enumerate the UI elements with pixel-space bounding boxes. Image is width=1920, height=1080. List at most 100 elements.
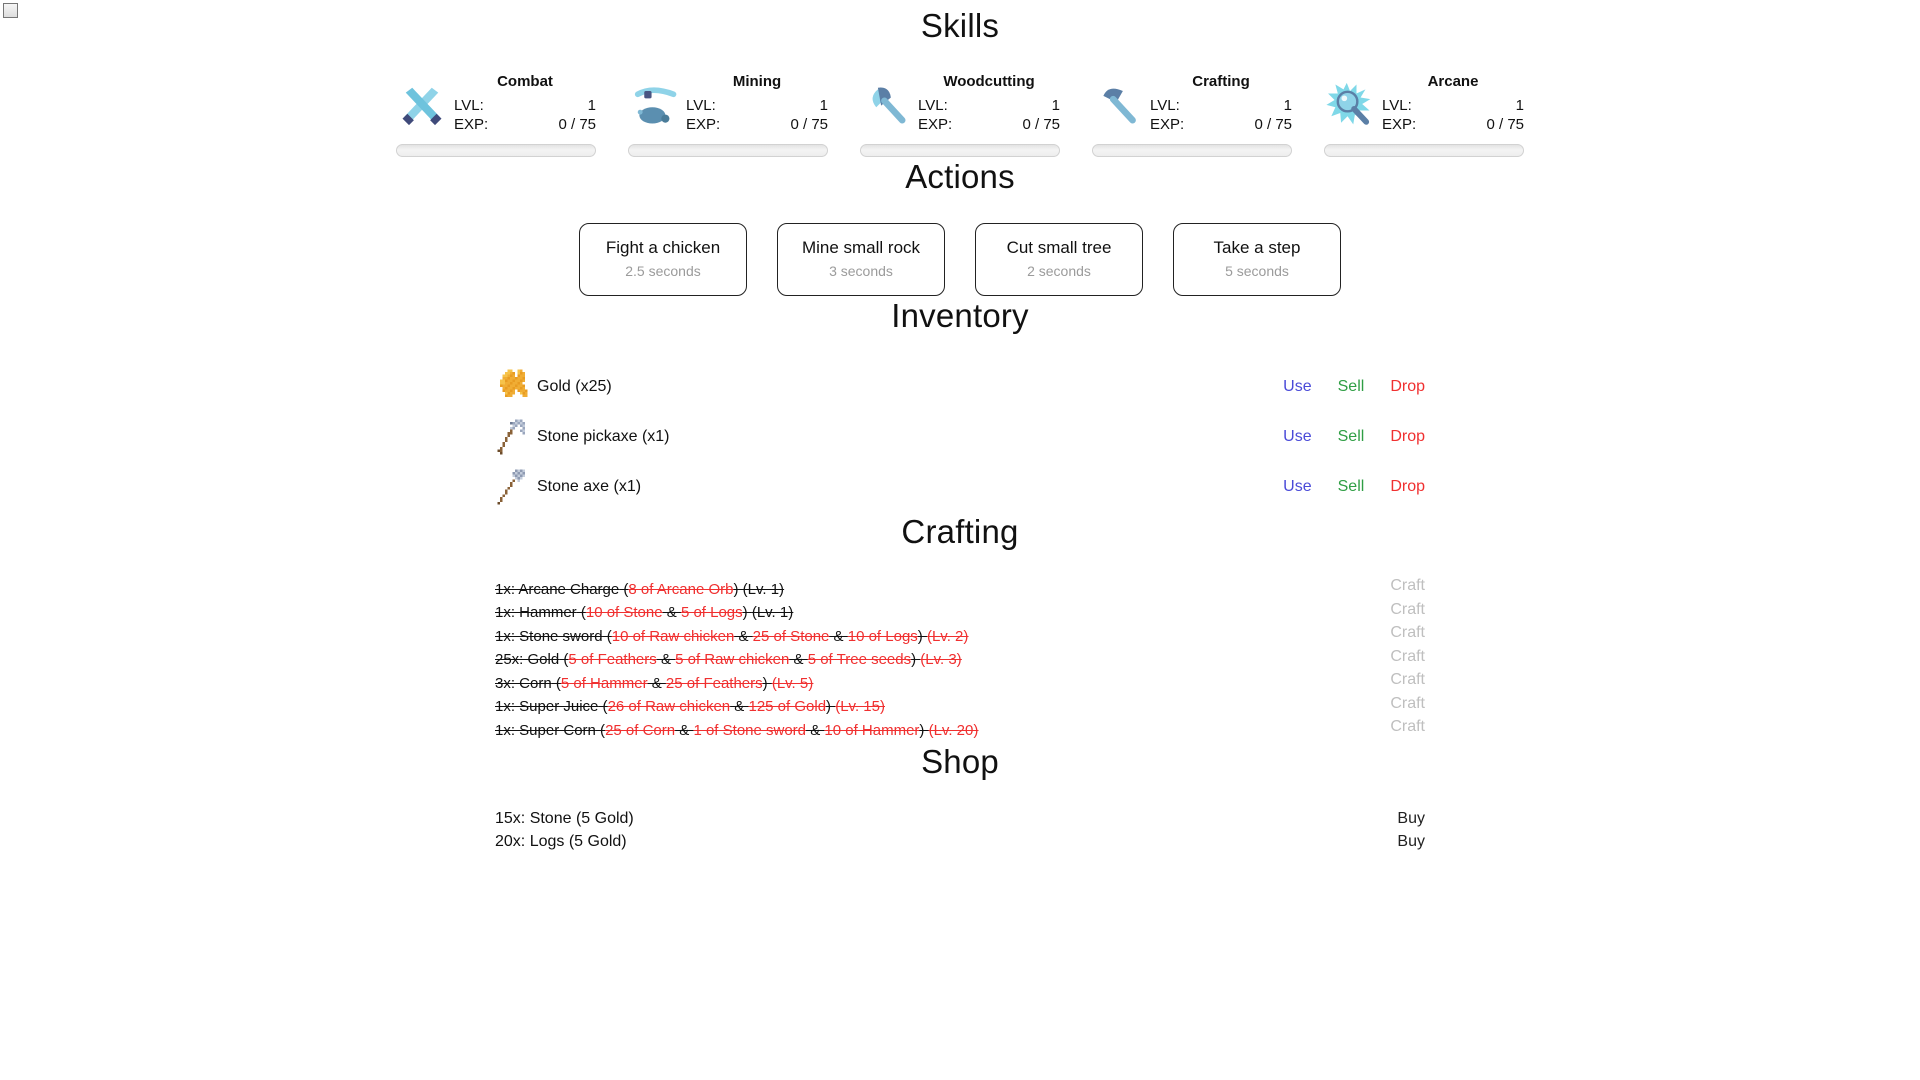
skill-exp-progress-bar	[860, 144, 1060, 158]
skill-exp-label: EXP:	[1150, 116, 1185, 134]
action-button-mine-small-rock[interactable]: Mine small rock 3 seconds	[777, 223, 945, 297]
action-button-cut-small-tree[interactable]: Cut small tree 2 seconds	[975, 223, 1143, 297]
skill-name: Combat	[497, 72, 553, 90]
action-duration: 3 seconds	[829, 263, 893, 280]
crafting-level-requirement: (Lv. 3)	[920, 651, 962, 669]
skill-exp-progress-bar	[396, 144, 596, 158]
skill-card-top: Mining LVL: 1 EXP: 0 / 75	[628, 73, 828, 135]
crafting-requirement: 5 of Logs	[680, 604, 743, 622]
action-duration: 2.5 seconds	[625, 263, 701, 280]
skill-exp-value: 0 / 75	[790, 116, 828, 134]
axe-icon	[860, 78, 912, 130]
crafting-requirement: 5 of Feathers	[568, 651, 657, 669]
skill-info: Combat LVL: 1 EXP: 0 / 75	[454, 72, 596, 135]
skill-name: Arcane	[1427, 72, 1479, 90]
crafting-row: 1x: Stone sword (10 of Raw chicken & 25 …	[495, 624, 1425, 648]
magic-orb-icon	[1324, 78, 1376, 130]
action-button-take-a-step[interactable]: Take a step 5 seconds	[1173, 223, 1341, 297]
crafting-recipe-output: 1x: Hammer	[495, 604, 577, 622]
crafting-recipe-text: 1x: Super Corn (25 of Corn & 1 of Stone …	[495, 721, 979, 739]
game-page: Skills Combat LVL: 1 EXP: 0 / 75 Mining LVL: 1 E…	[0, 0, 1920, 1080]
crafting-recipe-text: 1x: Hammer (10 of Stone & 5 of Logs) (Lv…	[495, 604, 794, 622]
skills-heading: Skills	[920, 7, 1000, 44]
skill-exp-progress-bar	[628, 144, 828, 158]
gold-coins-icon	[495, 367, 535, 407]
craft-button: Craft	[1390, 718, 1425, 736]
inventory-item-actions: Use Sell Drop	[1283, 428, 1425, 446]
craft-button: Craft	[1390, 600, 1425, 618]
crafting-recipe-output: 1x: Stone sword	[495, 627, 603, 645]
inventory-item-name: Gold (x25)	[537, 377, 612, 395]
action-duration: 5 seconds	[1225, 263, 1289, 280]
inventory-item-actions: Use Sell Drop	[1283, 478, 1425, 496]
crafting-row: 25x: Gold (5 of Feathers & 5 of Raw chic…	[495, 648, 1425, 672]
crafting-level-requirement: (Lv. 20)	[928, 721, 979, 739]
buy-button[interactable]: Buy	[1397, 833, 1425, 851]
skill-exp-value: 0 / 75	[1254, 116, 1292, 134]
inventory-item-actions: Use Sell Drop	[1283, 378, 1425, 396]
crafting-requirement: 125 of Gold	[748, 698, 827, 716]
crafting-action-cell: Craft	[1390, 601, 1425, 619]
crafting-row: 1x: Super Juice (26 of Raw chicken & 125…	[495, 695, 1425, 719]
drop-link[interactable]: Drop	[1390, 478, 1425, 496]
sell-link[interactable]: Sell	[1338, 428, 1365, 446]
crafting-level-requirement: (Lv. 1)	[742, 580, 785, 598]
inventory-item: Gold (x25)	[495, 367, 612, 407]
inventory-item-name: Stone axe (x1)	[537, 477, 642, 495]
skill-exp-row: EXP: 0 / 75	[1150, 115, 1292, 134]
skill-exp-row: EXP: 0 / 75	[454, 115, 596, 134]
skill-exp-value: 0 / 75	[1486, 116, 1524, 134]
crafting-requirement: 8 of Arcane Orb	[628, 580, 734, 598]
skill-card-top: Woodcutting LVL: 1 EXP: 0 / 75	[860, 73, 1060, 135]
use-link[interactable]: Use	[1283, 428, 1311, 446]
inventory-row: Stone axe (x1) Use Sell Drop	[495, 462, 1425, 512]
crafting-requirement: 25 of Feathers	[665, 674, 763, 692]
crafting-action-cell: Craft	[1390, 695, 1425, 713]
buy-button[interactable]: Buy	[1397, 810, 1425, 828]
action-button-fight-a-chicken[interactable]: Fight a chicken 2.5 seconds	[579, 223, 747, 297]
inventory-heading: Inventory	[891, 297, 1029, 335]
stone-pickaxe-icon	[495, 417, 535, 457]
stone-axe-icon	[495, 467, 535, 507]
sell-link[interactable]: Sell	[1338, 378, 1365, 396]
drop-link[interactable]: Drop	[1390, 428, 1425, 446]
inventory-item: Stone axe (x1)	[495, 467, 641, 507]
use-link[interactable]: Use	[1283, 478, 1311, 496]
crafting-row: 1x: Super Corn (25 of Corn & 1 of Stone …	[495, 718, 1425, 742]
skill-info: Arcane LVL: 1 EXP: 0 / 75	[1382, 72, 1524, 135]
skill-card-crafting: Crafting LVL: 1 EXP: 0 / 75	[1092, 72, 1292, 158]
shop-list: 15x: Stone (5 Gold) Buy 20x: Logs (5 Gold)…	[495, 807, 1425, 853]
inventory-row: Gold (x25) Use Sell Drop	[495, 362, 1425, 412]
crafting-action-cell: Craft	[1390, 648, 1425, 666]
craft-button: Craft	[1390, 694, 1425, 712]
skill-exp-value: 0 / 75	[558, 116, 596, 134]
sell-link[interactable]: Sell	[1338, 478, 1365, 496]
skill-exp-label: EXP:	[454, 116, 489, 134]
use-link[interactable]: Use	[1283, 378, 1311, 396]
skill-level-label: LVL:	[1382, 97, 1412, 115]
crafting-recipe-text: 25x: Gold (5 of Feathers & 5 of Raw chic…	[495, 651, 962, 669]
skill-level-label: LVL:	[1150, 97, 1180, 115]
skill-exp-label: EXP:	[686, 116, 721, 134]
crafting-action-cell: Craft	[1390, 624, 1425, 642]
drop-link[interactable]: Drop	[1390, 378, 1425, 396]
crafting-heading: Crafting	[901, 512, 1019, 550]
crossed-swords-icon	[396, 78, 448, 130]
action-label: Mine small rock	[801, 238, 921, 258]
inventory-item: Stone pickaxe (x1)	[495, 417, 670, 457]
crafting-list: 1x: Arcane Charge (8 of Arcane Orb) (Lv.…	[495, 577, 1425, 742]
skill-level-value: 1	[587, 97, 596, 115]
skill-info: Woodcutting LVL: 1 EXP: 0 / 75	[918, 73, 1060, 135]
skill-exp-row: EXP: 0 / 75	[1382, 115, 1524, 134]
pickaxe-icon	[628, 78, 680, 130]
crafting-requirement: 10 of Raw chicken	[611, 627, 735, 645]
skill-name: Crafting	[1192, 72, 1250, 90]
skill-info: Crafting LVL: 1 EXP: 0 / 75	[1150, 72, 1292, 135]
skill-level-value: 1	[1515, 97, 1524, 115]
inventory-list: Gold (x25) Use Sell Drop Stone pickaxe (x1) U…	[495, 362, 1425, 512]
skill-level-value: 1	[819, 97, 828, 115]
crafting-requirement: 10 of Logs	[847, 627, 918, 645]
crafting-requirement: 5 of Tree seeds	[807, 651, 912, 669]
skill-level-row: LVL: 1	[454, 96, 596, 115]
crafting-action-cell: Craft	[1390, 671, 1425, 689]
